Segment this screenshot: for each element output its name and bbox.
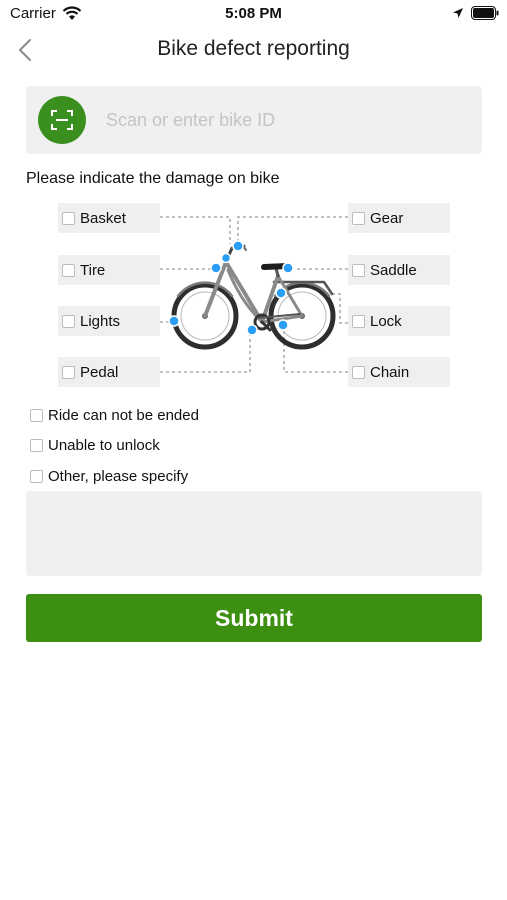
bike-illustration (171, 241, 336, 350)
bike-id-input[interactable] (106, 104, 466, 136)
location-arrow-icon (453, 8, 463, 18)
checkbox-icon[interactable] (62, 365, 75, 379)
checkbox-icon[interactable] (352, 314, 365, 328)
lock-marker (275, 287, 287, 299)
option-unable-unlock[interactable]: Unable to unlock (30, 435, 160, 455)
option-ride-not-ended[interactable]: Ride can not be ended (30, 405, 199, 425)
checkbox-icon[interactable] (352, 263, 365, 277)
checkbox-icon[interactable] (62, 263, 75, 277)
gear-marker (220, 252, 232, 264)
saddle-marker (282, 262, 294, 274)
checkbox-icon[interactable] (62, 211, 75, 225)
part-label: Tire (80, 261, 106, 279)
submit-button[interactable]: Submit (26, 594, 482, 642)
tire-marker (210, 262, 222, 274)
part-label: Pedal (80, 363, 119, 381)
basket-marker (232, 240, 244, 252)
lights-marker (168, 315, 180, 327)
part-chain[interactable]: Chain (348, 357, 450, 387)
damage-heading: Please indicate the damage on bike (26, 170, 280, 187)
part-label: Saddle (370, 261, 417, 279)
option-label: Ride can not be ended (48, 406, 199, 424)
part-label: Lights (80, 312, 121, 330)
checkbox-icon[interactable] (30, 408, 43, 422)
checkbox-icon[interactable] (30, 469, 43, 483)
option-label: Unable to unlock (48, 436, 160, 454)
option-other[interactable]: Other, please specify (30, 466, 188, 486)
part-label: Gear (370, 209, 404, 227)
part-pedal[interactable]: Pedal (58, 357, 160, 387)
pedal-marker (246, 324, 258, 336)
part-label: Basket (80, 209, 126, 227)
part-basket[interactable]: Basket (58, 203, 160, 233)
part-saddle[interactable]: Saddle (348, 255, 450, 285)
part-gear[interactable]: Gear (348, 203, 450, 233)
clock: 5:08 PM (225, 5, 282, 22)
checkbox-icon[interactable] (352, 211, 365, 225)
option-label: Other, please specify (48, 467, 189, 485)
checkbox-icon[interactable] (352, 365, 365, 379)
checkbox-icon[interactable] (30, 438, 43, 452)
battery-icon (471, 6, 499, 20)
checkbox-icon[interactable] (62, 314, 75, 328)
bike-id-box (26, 86, 482, 154)
part-tire[interactable]: Tire (58, 255, 160, 285)
part-label: Chain (370, 363, 410, 381)
chain-marker (277, 319, 289, 331)
scan-icon (51, 110, 73, 130)
other-details-textarea[interactable] (26, 491, 482, 576)
scan-button[interactable] (38, 96, 86, 144)
part-label: Lock (370, 312, 402, 330)
part-lights[interactable]: Lights (58, 306, 160, 336)
part-lock[interactable]: Lock (348, 306, 450, 336)
page-title: Bike defect reporting (157, 37, 350, 60)
status-bar: Carrier 5:08 PM (0, 0, 507, 30)
